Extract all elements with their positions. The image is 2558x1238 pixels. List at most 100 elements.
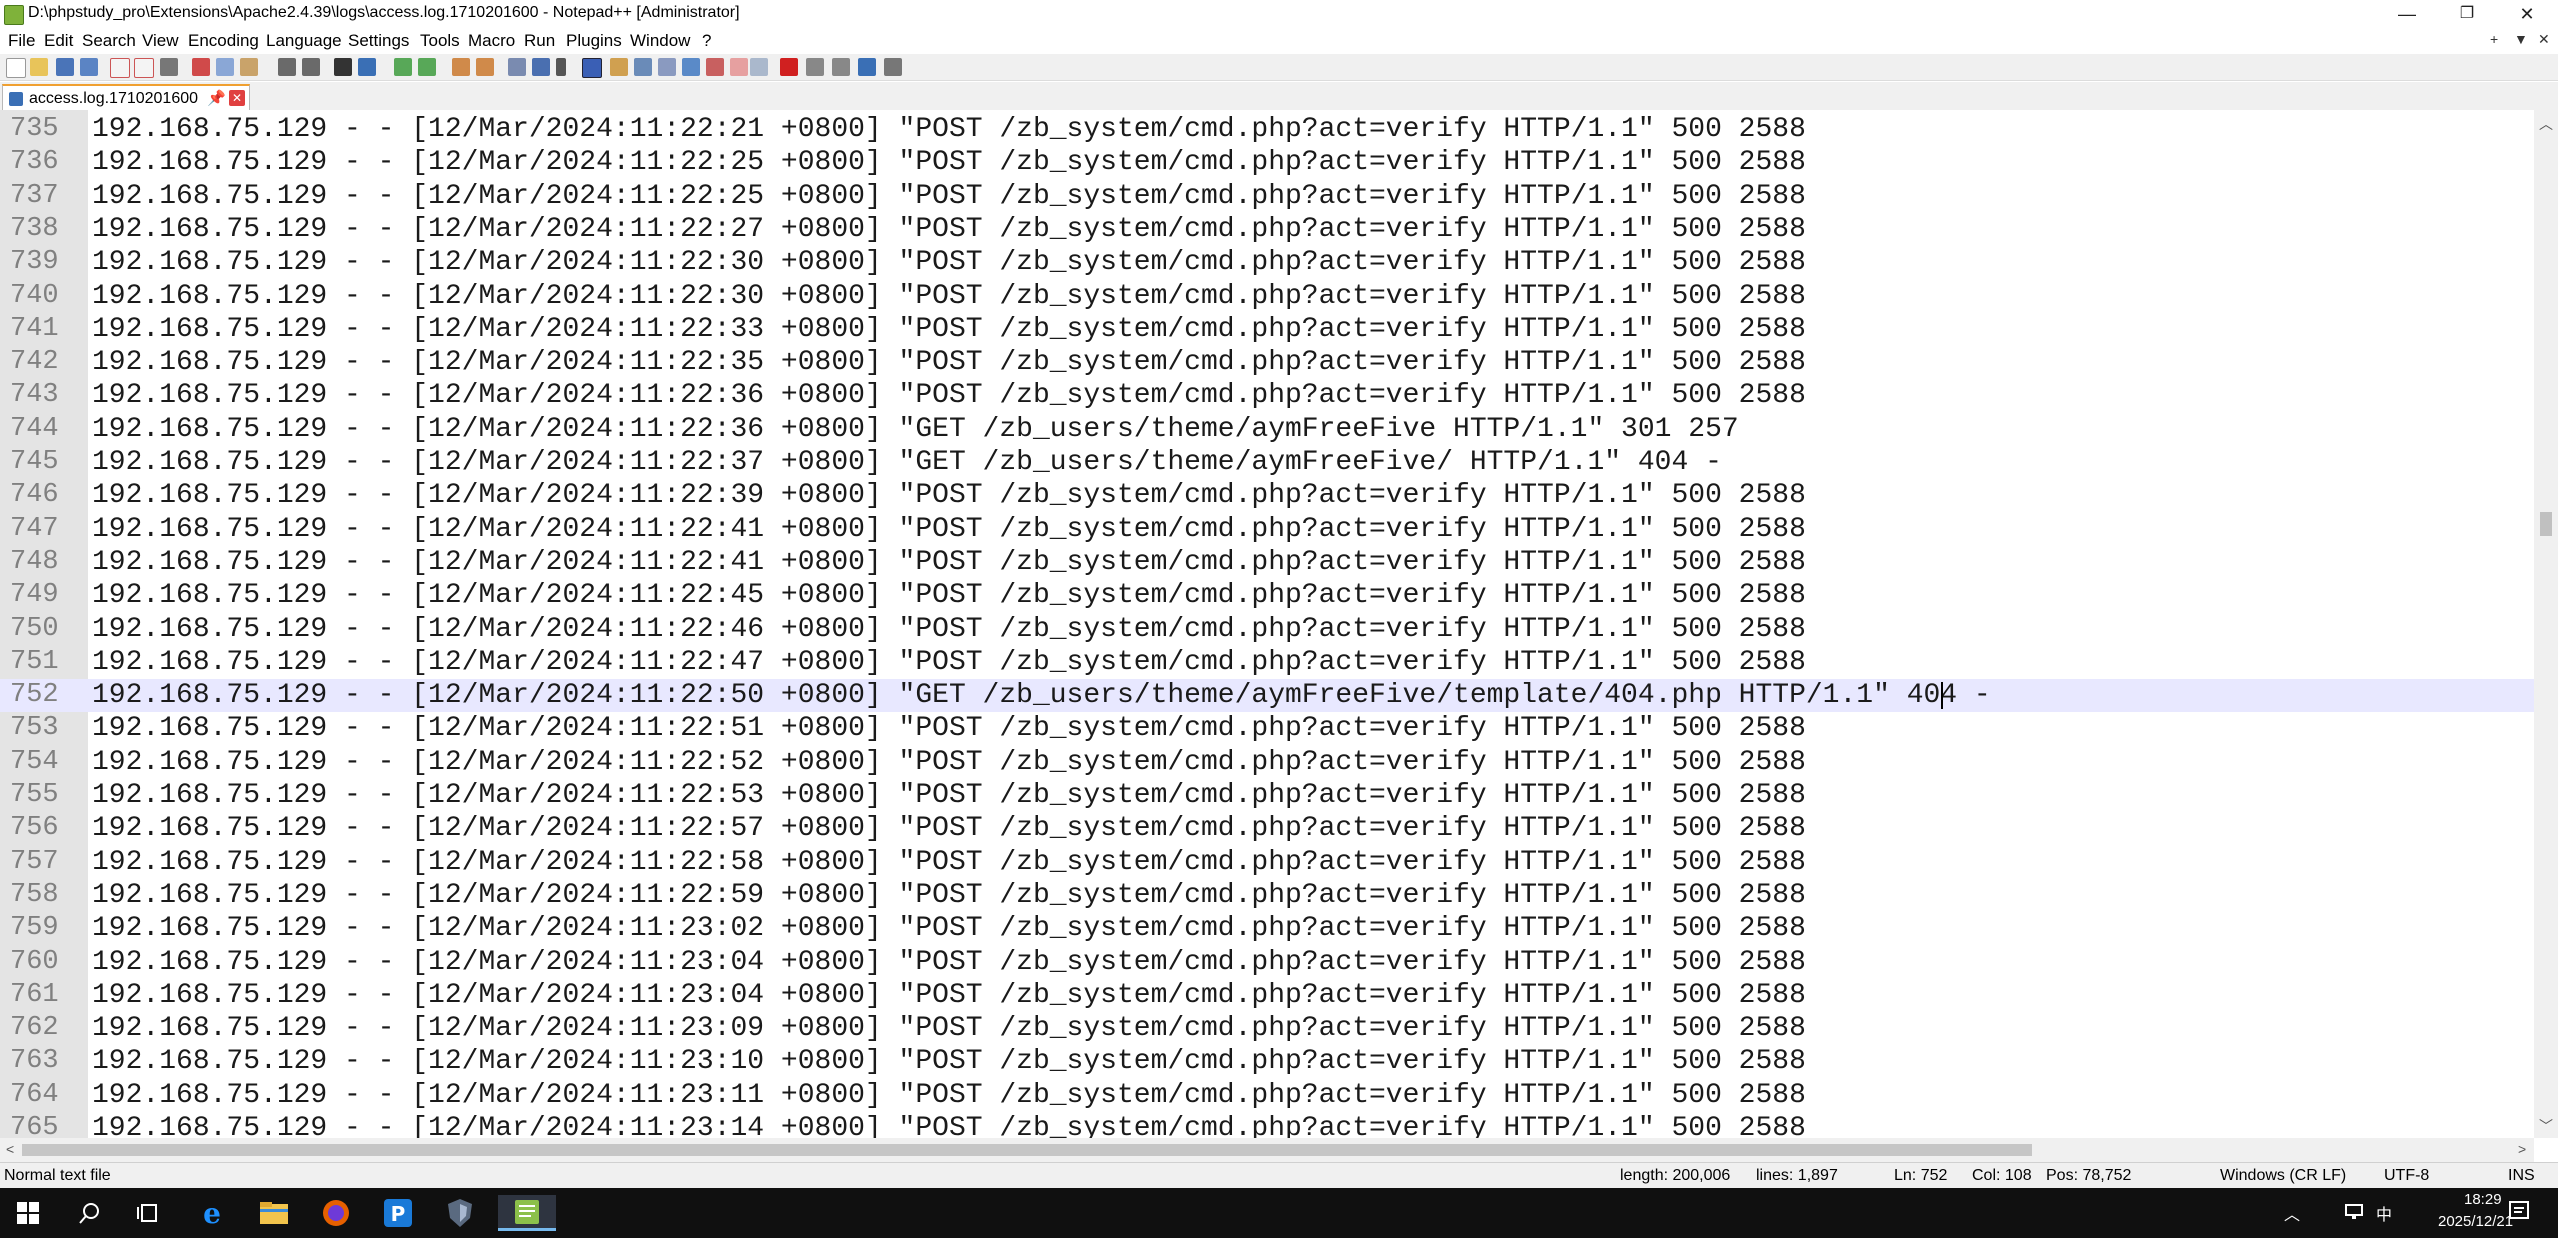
editor-line[interactable]: 750 192.168.75.129 - - [12/Mar/2024:11:22… (0, 613, 2534, 646)
editor-line[interactable]: 746 192.168.75.129 - - [12/Mar/2024:11:22… (0, 479, 2534, 512)
editor-line[interactable]: 760 192.168.75.129 - - [12/Mar/2024:11:23… (0, 946, 2534, 979)
status-encoding[interactable]: UTF-8 (2384, 1167, 2429, 1185)
scroll-up-arrow-icon[interactable]: ︿ (2534, 114, 2558, 134)
text-editor[interactable]: 735 192.168.75.129 - - [12/Mar/2024:11:22… (0, 110, 2534, 1138)
task-view-button[interactable] (126, 1195, 170, 1231)
line-text[interactable]: 192.168.75.129 - - [12/Mar/2024:11:22:41… (92, 546, 1806, 579)
clock-time[interactable]: 18:29 (2464, 1191, 2502, 1208)
line-text[interactable]: 192.168.75.129 - - [12/Mar/2024:11:22:59… (92, 879, 1806, 912)
line-text[interactable]: 192.168.75.129 - - [12/Mar/2024:11:22:25… (92, 146, 1806, 179)
copy-icon[interactable] (216, 58, 234, 76)
search-button[interactable] (68, 1195, 112, 1231)
editor-line[interactable]: 740 192.168.75.129 - - [12/Mar/2024:11:22… (0, 280, 2534, 313)
line-text[interactable]: 192.168.75.129 - - [12/Mar/2024:11:22:39… (92, 479, 1806, 512)
line-text[interactable]: 192.168.75.129 - - [12/Mar/2024:11:22:50… (92, 679, 1991, 712)
redo-icon[interactable] (302, 58, 320, 76)
editor-line[interactable]: 756 192.168.75.129 - - [12/Mar/2024:11:22… (0, 812, 2534, 845)
menu-language[interactable]: Language (266, 31, 342, 51)
editor-line[interactable]: 737 192.168.75.129 - - [12/Mar/2024:11:22… (0, 180, 2534, 213)
menu-view[interactable]: View (142, 31, 179, 51)
line-text[interactable]: 192.168.75.129 - - [12/Mar/2024:11:22:46… (92, 613, 1806, 646)
record-macro-icon[interactable] (780, 58, 798, 76)
editor-line[interactable]: 751 192.168.75.129 - - [12/Mar/2024:11:22… (0, 646, 2534, 679)
editor-line[interactable]: 758 192.168.75.129 - - [12/Mar/2024:11:22… (0, 879, 2534, 912)
sync-horizontal-icon[interactable] (476, 58, 494, 76)
run-macro-multiple-icon[interactable] (858, 58, 876, 76)
editor-line[interactable]: 739 192.168.75.129 - - [12/Mar/2024:11:22… (0, 246, 2534, 279)
sync-vertical-icon[interactable] (452, 58, 470, 76)
line-text[interactable]: 192.168.75.129 - - [12/Mar/2024:11:22:35… (92, 346, 1806, 379)
editor-line[interactable]: 742 192.168.75.129 - - [12/Mar/2024:11:22… (0, 346, 2534, 379)
editor-line[interactable]: 762 192.168.75.129 - - [12/Mar/2024:11:23… (0, 1012, 2534, 1045)
tab-close-icon[interactable]: ✕ (229, 90, 245, 106)
clear-icon[interactable] (730, 58, 748, 76)
word-wrap-icon[interactable] (508, 58, 526, 76)
line-text[interactable]: 192.168.75.129 - - [12/Mar/2024:11:22:45… (92, 579, 1806, 612)
editor-line[interactable]: 755 192.168.75.129 - - [12/Mar/2024:11:22… (0, 779, 2534, 812)
menu-run[interactable]: Run (524, 31, 555, 51)
find-icon[interactable] (334, 58, 352, 76)
vertical-scroll-thumb[interactable] (2540, 512, 2552, 536)
undo-icon[interactable] (278, 58, 296, 76)
eye-icon[interactable] (750, 58, 768, 76)
status-eol[interactable]: Windows (CR LF) (2220, 1167, 2346, 1185)
line-text[interactable]: 192.168.75.129 - - [12/Mar/2024:11:22:30… (92, 280, 1806, 313)
line-text[interactable]: 192.168.75.129 - - [12/Mar/2024:11:22:51… (92, 712, 1806, 745)
monitoring-icon[interactable] (706, 58, 724, 76)
stop-recording-icon[interactable] (806, 58, 824, 76)
line-text[interactable]: 192.168.75.129 - - [12/Mar/2024:11:23:04… (92, 979, 1806, 1012)
maximize-button[interactable]: ❐ (2438, 0, 2496, 28)
folder-as-workspace-icon[interactable] (682, 58, 700, 76)
line-text[interactable]: 192.168.75.129 - - [12/Mar/2024:11:23:04… (92, 946, 1806, 979)
close-all-icon[interactable] (134, 58, 154, 78)
menu-encoding[interactable]: Encoding (188, 31, 259, 51)
line-text[interactable]: 192.168.75.129 - - [12/Mar/2024:11:23:02… (92, 912, 1806, 945)
replace-icon[interactable] (358, 58, 376, 76)
save-all-icon[interactable] (80, 58, 98, 76)
editor-line[interactable]: 761 192.168.75.129 - - [12/Mar/2024:11:23… (0, 979, 2534, 1012)
editor-line[interactable]: 752 192.168.75.129 - - [12/Mar/2024:11:22… (0, 679, 2534, 713)
line-text[interactable]: 192.168.75.129 - - [12/Mar/2024:11:22:36… (92, 413, 1739, 446)
editor-line[interactable]: 745 192.168.75.129 - - [12/Mar/2024:11:22… (0, 446, 2534, 479)
line-text[interactable]: 192.168.75.129 - - [12/Mar/2024:11:22:53… (92, 779, 1806, 812)
zoom-out-icon[interactable] (418, 58, 436, 76)
editor-line[interactable]: 741 192.168.75.129 - - [12/Mar/2024:11:22… (0, 313, 2534, 346)
start-button[interactable] (6, 1195, 50, 1231)
editor-line[interactable]: 748 192.168.75.129 - - [12/Mar/2024:11:22… (0, 546, 2534, 579)
line-text[interactable]: 192.168.75.129 - - [12/Mar/2024:11:22:52… (92, 746, 1806, 779)
close-document-button[interactable]: ✕ (2538, 31, 2550, 48)
editor-line[interactable]: 736 192.168.75.129 - - [12/Mar/2024:11:22… (0, 146, 2534, 179)
scroll-down-arrow-icon[interactable]: ﹀ (2534, 1116, 2558, 1136)
scroll-right-arrow-icon[interactable]: > (2518, 1141, 2526, 1157)
line-text[interactable]: 192.168.75.129 - - [12/Mar/2024:11:22:30… (92, 246, 1806, 279)
taskbar-notepadpp[interactable] (498, 1195, 556, 1231)
editor-line[interactable]: 744 192.168.75.129 - - [12/Mar/2024:11:22… (0, 413, 2534, 446)
line-text[interactable]: 192.168.75.129 - - [12/Mar/2024:11:22:58… (92, 846, 1806, 879)
editor-line[interactable]: 753 192.168.75.129 - - [12/Mar/2024:11:22… (0, 712, 2534, 745)
menu-plugins[interactable]: Plugins (566, 31, 622, 51)
show-hidden-icons-chevron-up-icon[interactable]: ︿ (2284, 1201, 2300, 1225)
vertical-scrollbar[interactable]: ︿ ﹀ (2534, 110, 2558, 1138)
line-text[interactable]: 192.168.75.129 - - [12/Mar/2024:11:22:33… (92, 313, 1806, 346)
editor-line[interactable]: 764 192.168.75.129 - - [12/Mar/2024:11:23… (0, 1079, 2534, 1112)
editor-line[interactable]: 754 192.168.75.129 - - [12/Mar/2024:11:22… (0, 746, 2534, 779)
clock-date[interactable]: 2025/12/21 (2438, 1213, 2513, 1230)
paste-icon[interactable] (240, 58, 258, 76)
show-all-chars-icon[interactable] (532, 58, 550, 76)
menu-edit[interactable]: Edit (44, 31, 73, 51)
save-macro-icon[interactable] (884, 58, 902, 76)
new-tab-plus-button[interactable]: + (2490, 31, 2498, 47)
playback-macro-icon[interactable] (832, 58, 850, 76)
menu-window[interactable]: Window (630, 31, 690, 51)
menu-search[interactable]: Search (82, 31, 136, 51)
editor-line[interactable]: 757 192.168.75.129 - - [12/Mar/2024:11:22… (0, 846, 2534, 879)
open-file-icon[interactable] (30, 58, 48, 76)
user-defined-language-icon[interactable] (610, 58, 628, 76)
menu-file[interactable]: File (8, 31, 35, 51)
menu-tools[interactable]: Tools (420, 31, 460, 51)
scroll-left-arrow-icon[interactable]: < (6, 1141, 14, 1157)
tab-access-log[interactable]: access.log.1710201600 📌 ✕ (2, 84, 250, 110)
menu-macro[interactable]: Macro (468, 31, 515, 51)
taskbar-security-app[interactable] (438, 1195, 482, 1231)
save-icon[interactable] (56, 58, 74, 76)
